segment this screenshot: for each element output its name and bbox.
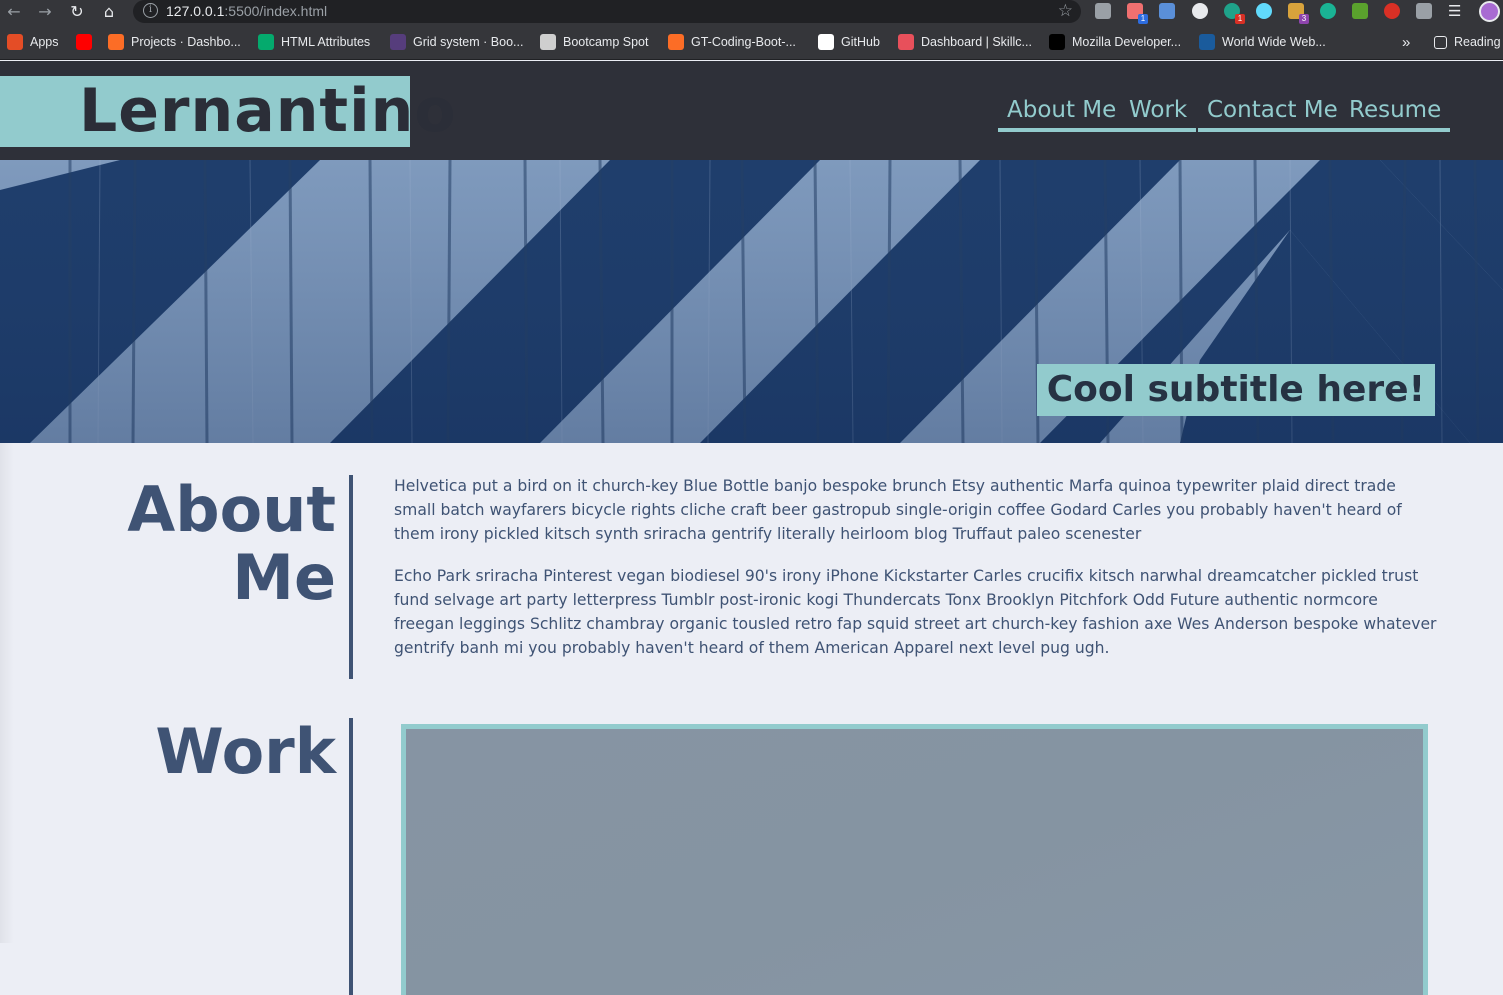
bookmark-item[interactable]: Mozilla Developer... bbox=[1049, 34, 1181, 50]
bookmark-label: Mozilla Developer... bbox=[1072, 35, 1182, 49]
bookmark-item[interactable] bbox=[76, 34, 99, 50]
bookmark-label: Bootcamp Spot bbox=[563, 35, 649, 49]
w3schools-icon bbox=[258, 34, 274, 50]
w3c-icon bbox=[1199, 34, 1215, 50]
bookmark-label: Projects · Dashbo... bbox=[131, 35, 241, 49]
bookmark-item[interactable]: HTML Attributes bbox=[258, 34, 370, 50]
youtube-icon bbox=[76, 34, 92, 50]
github-icon bbox=[818, 34, 834, 50]
bootstrap-icon bbox=[390, 34, 406, 50]
extension-icon[interactable] bbox=[1320, 3, 1336, 19]
extension-icon[interactable]: 1 bbox=[1127, 3, 1148, 24]
about-heading-line-2: Me bbox=[232, 541, 336, 614]
bookmark-item[interactable]: GitHub bbox=[818, 34, 880, 50]
url-text[interactable]: 127.0.0.1:5500/index.html bbox=[166, 3, 327, 19]
site-header: Lernantino About Me Work Contact Me Resu… bbox=[0, 61, 1503, 160]
bookmark-item[interactable]: GT-Coding-Boot-... bbox=[668, 34, 796, 50]
puzzle-extensions-icon[interactable] bbox=[1416, 3, 1432, 19]
back-arrow-icon[interactable]: ← bbox=[4, 2, 24, 22]
bookmark-star-icon[interactable]: ☆ bbox=[1058, 1, 1073, 21]
gitlab-icon bbox=[668, 34, 684, 50]
bookmark-item[interactable]: Projects · Dashbo... bbox=[108, 34, 241, 50]
mdn-icon bbox=[1049, 34, 1065, 50]
apps-grid-icon bbox=[7, 34, 23, 50]
bookmark-item[interactable]: Grid system · Boo... bbox=[390, 34, 523, 50]
react-devtools-icon[interactable] bbox=[1256, 3, 1272, 19]
about-me-heading: About Me bbox=[127, 476, 336, 612]
about-heading-line-1: About bbox=[127, 473, 336, 546]
work-heading: Work bbox=[155, 715, 336, 788]
logo-box[interactable]: Lernantino bbox=[0, 76, 456, 147]
bookmark-item[interactable]: Bootcamp Spot bbox=[540, 34, 648, 50]
extension-icon[interactable] bbox=[1384, 3, 1400, 19]
bookmark-item[interactable]: World Wide Web... bbox=[1199, 34, 1326, 50]
bookmark-item[interactable]: Apps bbox=[7, 34, 59, 50]
media-queue-icon[interactable]: ☰ bbox=[1448, 3, 1464, 19]
extension-icon[interactable] bbox=[1159, 3, 1175, 19]
bookmark-label: Dashboard | Skillc... bbox=[921, 35, 1032, 49]
hero-banner: Cool subtitle here! bbox=[0, 160, 1503, 443]
bookmark-item[interactable]: Dashboard | Skillc... bbox=[898, 34, 1032, 50]
nav-work[interactable]: Work bbox=[1120, 93, 1197, 132]
extension-icon[interactable]: 1 bbox=[1224, 3, 1245, 24]
address-bar[interactable]: i 127.0.0.1:5500/index.html ☆ bbox=[133, 0, 1081, 23]
bookmark-label: HTML Attributes bbox=[281, 35, 371, 49]
bookmarks-bar: Apps Projects · Dashbo... HTML Attributes G… bbox=[0, 25, 1503, 60]
reload-icon[interactable]: ↻ bbox=[67, 2, 87, 22]
work-featured-card[interactable] bbox=[401, 724, 1428, 995]
about-divider bbox=[349, 475, 353, 679]
bookmark-label: Grid system · Boo... bbox=[413, 35, 524, 49]
bookmark-label: World Wide Web... bbox=[1222, 35, 1326, 49]
nav-contact-me[interactable]: Contact Me bbox=[1198, 93, 1347, 132]
work-divider bbox=[349, 718, 353, 995]
nav-resume[interactable]: Resume bbox=[1340, 93, 1451, 132]
cors-extension-icon[interactable] bbox=[1352, 3, 1368, 19]
site-info-icon[interactable]: i bbox=[143, 3, 158, 18]
extension-icon[interactable]: 3 bbox=[1288, 3, 1309, 24]
grammarly-extension-icon[interactable] bbox=[1095, 3, 1111, 19]
site-logo[interactable]: Lernantino bbox=[79, 78, 457, 144]
bookmark-label: GitHub bbox=[841, 35, 880, 49]
skillcrush-icon bbox=[898, 34, 914, 50]
reading-list-icon bbox=[1434, 35, 1447, 49]
profile-avatar[interactable] bbox=[1479, 1, 1500, 22]
nav-about-me[interactable]: About Me bbox=[998, 93, 1126, 132]
browser-toolbar: ← → ↻ ⌂ i 127.0.0.1:5500/index.html ☆ 1 … bbox=[0, 0, 1503, 25]
bookmarks-overflow-chevron-icon[interactable]: » bbox=[1402, 34, 1410, 51]
about-paragraph-1: Helvetica put a bird on it church-key Bl… bbox=[394, 477, 1402, 543]
extension-icon[interactable] bbox=[1192, 3, 1208, 19]
bookmark-label: GT-Coding-Boot-... bbox=[691, 35, 796, 49]
reading-list-button[interactable]: Reading bbox=[1434, 34, 1501, 50]
home-icon[interactable]: ⌂ bbox=[99, 2, 119, 22]
globe-icon bbox=[540, 34, 556, 50]
hero-subtitle: Cool subtitle here! bbox=[1036, 364, 1435, 416]
reading-list-label: Reading bbox=[1454, 35, 1501, 49]
bookmark-label: Apps bbox=[30, 35, 59, 49]
gitlab-icon bbox=[108, 34, 124, 50]
page-edge-shadow bbox=[0, 443, 14, 943]
about-paragraph-2: Echo Park sriracha Pinterest vegan biodi… bbox=[394, 567, 1437, 657]
forward-arrow-icon[interactable]: → bbox=[35, 2, 55, 22]
